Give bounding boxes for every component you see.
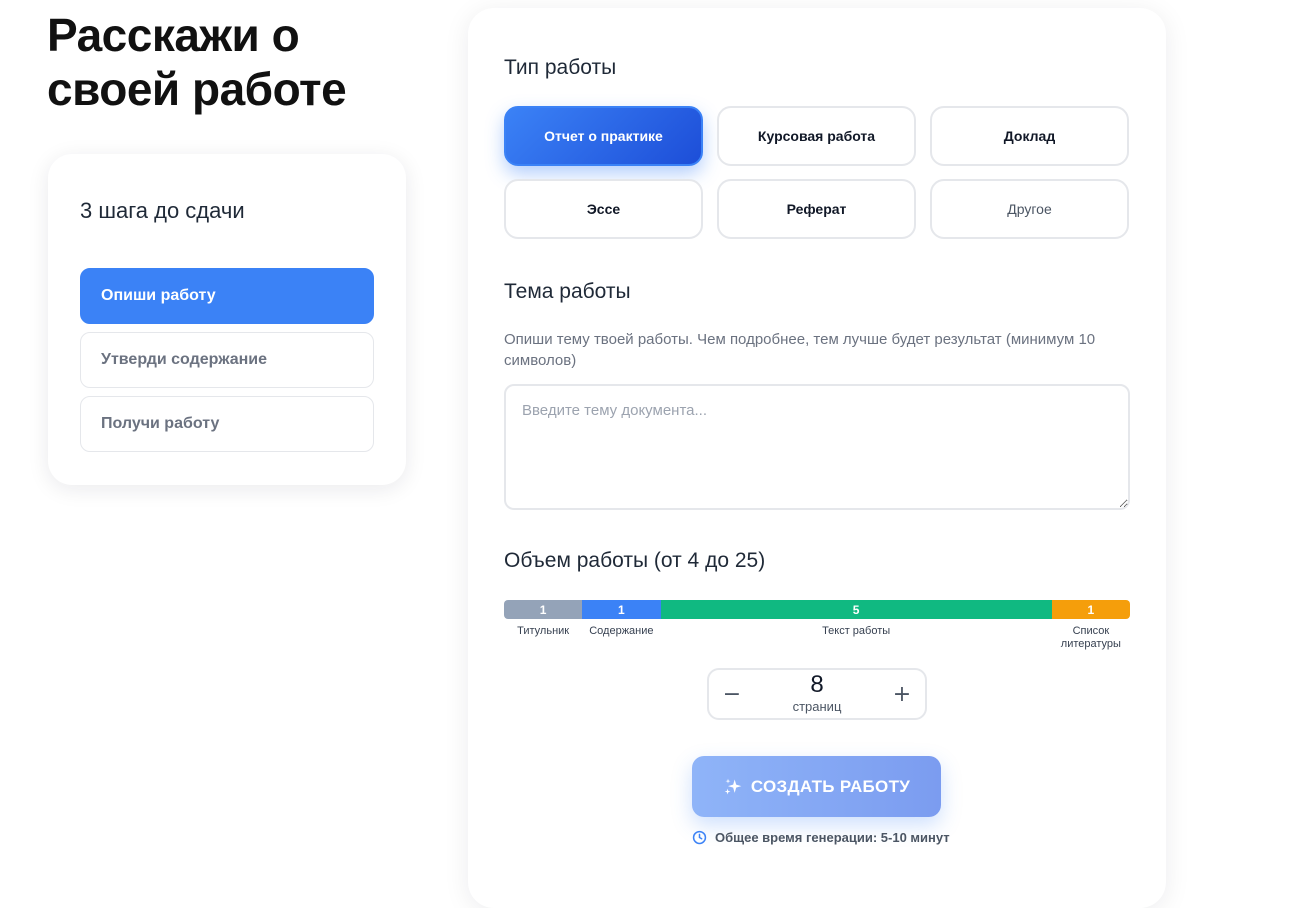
pages-unit: страниц — [792, 699, 842, 714]
clock-icon — [692, 830, 707, 845]
topic-hint: Опиши тему твоей работы. Чем подробнее, … — [504, 331, 1096, 369]
pages-stepper: − 8 страниц + — [707, 668, 927, 720]
generation-time-note: Общее время генерации: 5-10 минут — [692, 830, 972, 845]
work-type-option-coursework[interactable]: Курсовая работа — [717, 106, 916, 166]
volume-segment-label: Список литературы — [1060, 625, 1121, 650]
step-approve-contents[interactable]: Утверди содержание — [80, 332, 374, 388]
step-label: Опиши работу — [101, 287, 216, 304]
work-type-title: Тип работы — [504, 56, 617, 79]
volume-segment-label: Титульник — [517, 625, 570, 637]
pages-value: 8 — [810, 671, 824, 698]
volume-distribution-bar: 1151 — [504, 600, 1130, 619]
work-type-option-practice-report[interactable]: Отчет о практике — [504, 106, 703, 166]
decrement-pages-button[interactable]: − — [709, 670, 755, 718]
work-type-option-abstract[interactable]: Реферат — [717, 179, 916, 239]
volume-segment: 1 — [582, 600, 661, 619]
steps-card: 3 шага до сдачи Опиши работу Утверди сод… — [48, 154, 406, 485]
volume-title: Объем работы (от 4 до 25) — [504, 549, 766, 572]
step-describe-work[interactable]: Опиши работу — [80, 268, 374, 324]
work-type-option-report[interactable]: Доклад — [930, 106, 1129, 166]
step-label: Получи работу — [101, 415, 220, 432]
increment-pages-button[interactable]: + — [879, 670, 925, 718]
topic-title: Тема работы — [504, 280, 631, 303]
work-type-option-other[interactable]: Другое — [930, 179, 1129, 239]
steps-title: 3 шага до сдачи — [80, 198, 245, 223]
work-form-card: Тип работы Отчет о практике Курсовая раб… — [468, 8, 1166, 908]
volume-distribution-labels: Титульник Содержание Текст работы Список ли… — [504, 625, 1130, 659]
volume-segment: 5 — [660, 600, 1052, 619]
create-work-button[interactable]: СОЗДАТЬ РАБОТУ — [692, 756, 941, 817]
topic-input[interactable] — [504, 384, 1130, 510]
create-work-label: СОЗДАТЬ РАБОТУ — [750, 776, 911, 796]
volume-segment-label: Текст работы — [822, 625, 891, 637]
step-get-work[interactable]: Получи работу — [80, 396, 374, 452]
sparkles-icon — [724, 778, 742, 794]
volume-segment: 1 — [1051, 600, 1130, 619]
step-label: Утверди содержание — [101, 351, 268, 368]
page-title: Расскажи о своей работе — [47, 9, 347, 115]
volume-segment: 1 — [504, 600, 583, 619]
work-type-option-essay[interactable]: Эссе — [504, 179, 703, 239]
volume-segment-label: Содержание — [589, 625, 654, 637]
generation-time-text: Общее время генерации: 5-10 минут — [715, 830, 950, 845]
